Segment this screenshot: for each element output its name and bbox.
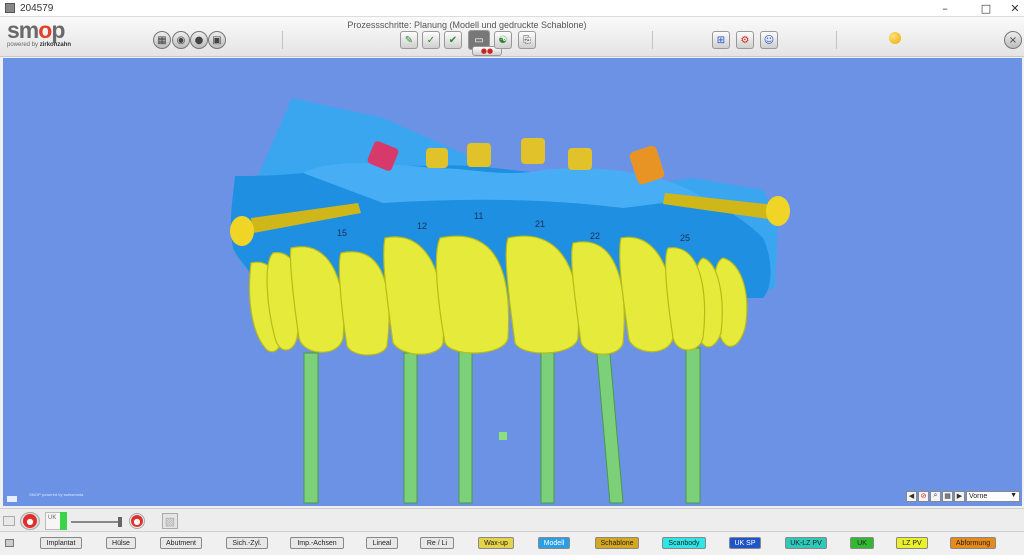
status-indicator-icon: [889, 32, 901, 44]
toolbar-separator: [652, 31, 653, 49]
right-left-button[interactable]: Re / Li: [420, 537, 454, 549]
logo-text-prefix: sm: [7, 17, 39, 43]
logo-text-o: o: [38, 17, 52, 43]
view-controls: ◀ ⊘ ⌕ ▦ ▶ Vorne ▼: [906, 490, 1020, 502]
viewport-caption: SMOP powered by swissmeda: [29, 492, 84, 497]
implant-21: [521, 138, 545, 164]
tooth-number-11: 11: [474, 211, 483, 221]
viewport-corner-icon: [7, 496, 17, 502]
document-export-icon[interactable]: ⎘: [518, 31, 536, 49]
logo-tagline-brand: zirkonzahn: [39, 42, 72, 48]
view-next-icon[interactable]: ▶: [954, 490, 965, 502]
panel-toggle-icon[interactable]: [5, 539, 14, 547]
toolbar-separator: [836, 31, 837, 49]
3d-viewport[interactable]: 15 12 11 21 22 25 SMOP powered by swissm…: [3, 58, 1022, 506]
implant-11: [467, 143, 491, 167]
tooth-number-21: 21: [535, 219, 545, 229]
window-titlebar: 204579 – □ ✕: [0, 0, 1024, 17]
implant-axes: [303, 342, 701, 504]
abutment-button[interactable]: Abutment: [160, 537, 202, 549]
ruler-button[interactable]: Lineal: [366, 537, 398, 549]
lock-dial[interactable]: ●: [20, 512, 40, 530]
lock-icon: ●: [23, 514, 37, 528]
smop-logo: smop powered by zirkonzahn: [7, 17, 72, 49]
close-button[interactable]: ✕: [1000, 0, 1024, 17]
tooth-number-25: 25: [680, 233, 690, 243]
uk-opacity-indicator: [60, 512, 67, 530]
maximize-button[interactable]: □: [971, 0, 1001, 17]
close-view-icon[interactable]: ×: [1004, 31, 1022, 49]
tooth-number-12: 12: [417, 221, 427, 231]
process-steps-label: Prozessschritte: Planung (Modell und ged…: [347, 20, 587, 30]
uk-label: UK: [48, 515, 57, 521]
implant-button[interactable]: Implantat: [40, 537, 82, 549]
uk-lz-pv-button[interactable]: UK-LZ PV: [785, 537, 827, 549]
check-flag-icon[interactable]: ✔: [444, 31, 462, 49]
window-title: 204579: [20, 2, 54, 14]
camera-roll-icon[interactable]: ●: [190, 31, 208, 49]
impression-button[interactable]: Abformung: [950, 537, 996, 549]
implant-22: [568, 148, 592, 170]
lz-pv-button[interactable]: LZ PV: [896, 537, 928, 549]
view-grid-icon[interactable]: ▦: [942, 490, 953, 502]
lock-icon: ●: [131, 515, 143, 527]
dental-model-scene: 15 12 11 21 22 25: [230, 98, 790, 504]
check-icon[interactable]: ✓: [422, 31, 440, 49]
implant-12: [426, 148, 448, 168]
panel-toggle-icon[interactable]: [3, 516, 15, 526]
camera-icon[interactable]: ▣: [208, 31, 226, 49]
main-toolbar: smop powered by zirkonzahn ▦ ◉ ● ▣ Proze…: [0, 17, 1024, 57]
scanbody-button[interactable]: Scanbody: [662, 537, 706, 549]
pencil-check-icon[interactable]: ✎: [400, 31, 418, 49]
safety-cylinder-button[interactable]: Sich.-Zyl.: [226, 537, 268, 549]
calculator-icon[interactable]: ▦: [153, 31, 171, 49]
settings-gear-icon[interactable]: ⚙: [736, 31, 754, 49]
model-button[interactable]: Modell: [538, 537, 570, 549]
logo-text-suffix: p: [51, 17, 65, 43]
wax-up-button[interactable]: Wax-up: [478, 537, 514, 549]
view-direction-value: Vorne: [969, 492, 988, 500]
app-icon: [5, 3, 15, 13]
view-prev-icon[interactable]: ◀: [906, 490, 917, 502]
uk-button[interactable]: UK: [850, 537, 874, 549]
toolbar-separator: [282, 31, 283, 49]
chevron-down-icon: ▼: [1010, 491, 1017, 499]
person-view-icon[interactable]: ☺: [760, 31, 778, 49]
visibility-toolbar: Implantat Hülse Abutment Sich.-Zyl. Imp.…: [0, 533, 1024, 555]
lightbulb-icon[interactable]: ◉: [172, 31, 190, 49]
opacity-slider-handle[interactable]: [118, 517, 122, 527]
implant-axes-button[interactable]: Imp.-Achsen: [290, 537, 344, 549]
template-button[interactable]: Schablone: [595, 537, 639, 549]
tooth-number-15: 15: [337, 228, 347, 238]
view-reset-icon[interactable]: ⊘: [918, 490, 929, 502]
lock-toggle[interactable]: ●: [129, 513, 145, 529]
logo-tagline: powered by: [7, 42, 39, 48]
view-zoom-icon[interactable]: ⌕: [930, 490, 941, 502]
view-direction-select[interactable]: Vorne ▼: [966, 490, 1020, 502]
person-export-icon[interactable]: ☯: [494, 31, 512, 49]
minimize-button[interactable]: –: [930, 0, 960, 17]
tooth-number-22: 22: [590, 231, 600, 241]
uk-sp-button[interactable]: UK SP: [729, 537, 761, 549]
opacity-slider[interactable]: [71, 521, 121, 523]
marker-point: [499, 432, 507, 440]
sleeve-button[interactable]: Hülse: [106, 537, 136, 549]
lower-control-strip: ● UK ● ▧: [0, 508, 1024, 532]
arrange-icon[interactable]: ⊞: [712, 31, 730, 49]
trash-icon[interactable]: ▧: [162, 513, 178, 529]
